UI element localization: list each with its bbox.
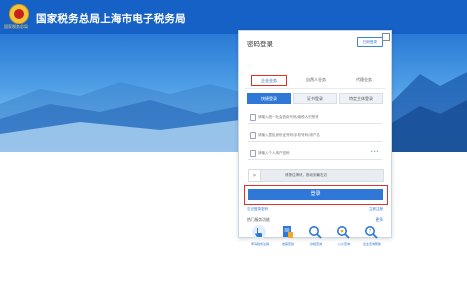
magnifier-icon: ? [365, 226, 378, 239]
great-wall-banner [0, 34, 467, 152]
slider-hint: 请按住滑块，拖动到最右边 [285, 173, 327, 177]
login-card: 密码登录 扫码登录 企业业务 自然人业务 代理业务 快捷登录 证书登录 特定主体… [238, 30, 392, 246]
tab-quick-login[interactable]: 快捷登录 [247, 93, 291, 104]
service-item-tax-query[interactable]: 办税查询 [303, 225, 329, 257]
account-links: 忘记登录密码 立即注册 [247, 207, 383, 213]
credit-code-input[interactable] [258, 112, 362, 122]
service-label: 公众查询 [337, 242, 350, 246]
captcha-slider: » 请按住滑块，拖动到最右边 [248, 169, 384, 182]
login-mode-tabs: 快捷登录 证书登录 特定主体登录 [247, 93, 383, 104]
tab-certificate-login[interactable]: 证书登录 [293, 93, 337, 104]
user-icon [250, 132, 256, 139]
forgot-password-link[interactable]: 忘记登录密码 [247, 207, 268, 212]
service-label: 发票查验 [281, 242, 294, 246]
id-input[interactable] [258, 130, 362, 140]
tax-emblem-icon [9, 4, 29, 24]
qr-code-icon[interactable] [382, 33, 390, 41]
register-link[interactable]: 立即注册 [369, 207, 383, 212]
eye-icon[interactable]: ••• [370, 149, 379, 155]
lock-icon [250, 150, 256, 157]
login-card-title: 密码登录 [247, 40, 273, 48]
password-input[interactable] [258, 148, 362, 158]
service-item-public-query[interactable]: 公众查询 [331, 225, 357, 257]
taxpayer-type-tabs: 企业业务 自然人业务 代理业务 [245, 75, 385, 86]
scan-login-link[interactable]: 扫码登录 [357, 37, 383, 47]
credit-code-field [248, 111, 382, 124]
service-label: 办税查询 [309, 242, 322, 246]
tab-individual[interactable]: 自然人业务 [299, 75, 333, 84]
svg-text:?: ? [369, 229, 372, 235]
services-more-link[interactable]: 更多 [375, 217, 383, 223]
service-item-enterprise-help[interactable]: ? 企业查询帮助 [359, 225, 385, 257]
invoice-icon [283, 226, 293, 238]
services-header: 热门服务功能 更多 [247, 217, 383, 223]
site-title: 国家税务总局上海市电子税务局 [36, 13, 186, 25]
magnifier-icon [309, 226, 322, 239]
tab-agent[interactable]: 代理业务 [347, 75, 381, 84]
building-icon [250, 114, 256, 121]
service-label: 申请税务注销 [250, 242, 269, 246]
magnifier-icon [337, 226, 350, 239]
service-item-deregistration[interactable]: 申请税务注销 [247, 225, 273, 257]
id-field [248, 129, 382, 142]
tab-enterprise[interactable]: 企业业务 [251, 75, 287, 86]
great-wall-illustration [0, 72, 467, 152]
service-label: 企业查询帮助 [362, 242, 381, 246]
service-item-invoice-check[interactable]: 发票查验 [275, 225, 301, 257]
service-shortcuts: 申请税务注销 发票查验 办税查询 公众查询 ? 企业查询帮助 [245, 225, 387, 257]
site-header: 国家税务总局 国家税务总局上海市电子税务局 [0, 0, 467, 34]
tab-special-login[interactable]: 特定主体登录 [339, 93, 383, 104]
login-button[interactable]: 登录 [248, 189, 383, 200]
tab-divider [245, 88, 385, 89]
emblem-caption: 国家税务总局 [4, 24, 28, 29]
slider-handle[interactable]: » [249, 170, 261, 181]
password-field: ••• [248, 147, 382, 160]
hand-pointer-icon [252, 225, 266, 239]
services-heading: 热门服务功能 [247, 217, 270, 222]
login-button-highlight: 登录 [244, 185, 388, 205]
